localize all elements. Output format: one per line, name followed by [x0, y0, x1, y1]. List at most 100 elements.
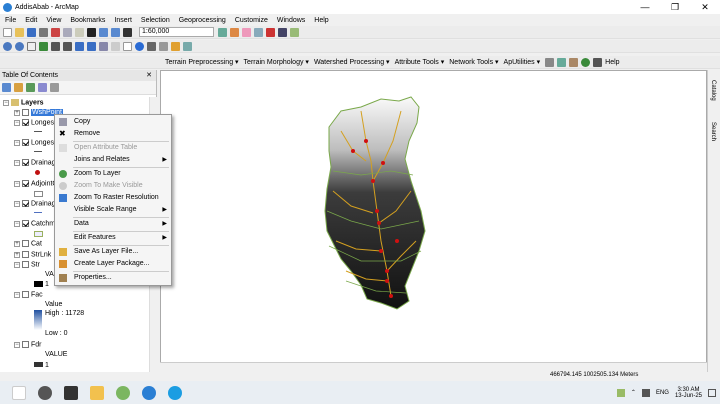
task-view-icon[interactable]	[64, 385, 78, 400]
search-tab[interactable]: Search	[710, 122, 716, 141]
menu-item-save-layer-file[interactable]: Save As Layer File...	[55, 246, 171, 258]
measure-icon[interactable]	[159, 41, 168, 51]
collapse-icon[interactable]: −	[14, 119, 20, 126]
back-icon[interactable]	[75, 41, 84, 51]
zoom-out-icon[interactable]	[15, 41, 24, 51]
collapse-icon[interactable]: −	[14, 139, 20, 146]
print-icon[interactable]	[39, 27, 48, 37]
fixed-zoom-out-icon[interactable]	[63, 41, 72, 51]
qgis-icon[interactable]	[116, 385, 130, 400]
terrain-morphology-menu[interactable]: Terrain Morphology ▾	[244, 58, 309, 66]
layer-checkbox[interactable]	[22, 220, 29, 227]
layer-checkbox[interactable]	[22, 139, 29, 146]
aputilities-menu[interactable]: ApUtilities ▾	[504, 58, 541, 66]
notification-icon[interactable]	[708, 388, 716, 397]
time-slider-icon[interactable]	[183, 41, 192, 51]
collapse-icon[interactable]: −	[14, 261, 20, 268]
catalog-icon[interactable]	[242, 27, 251, 37]
menu-item-data[interactable]: Data ▶	[55, 218, 171, 230]
copy-toolbar-icon[interactable]	[63, 27, 72, 37]
menu-view[interactable]: View	[46, 17, 61, 24]
identify-icon[interactable]	[135, 41, 144, 51]
select-features-icon[interactable]	[99, 41, 108, 51]
tool-icon[interactable]	[569, 57, 579, 67]
list-by-selection-icon[interactable]	[38, 83, 47, 92]
help-menu[interactable]: Help	[605, 59, 619, 66]
layer-checkbox[interactable]	[22, 119, 29, 126]
layer-checkbox[interactable]	[22, 109, 29, 116]
collapse-icon[interactable]: −	[3, 99, 9, 106]
network-tools-menu[interactable]: Network Tools ▾	[449, 58, 498, 66]
language-indicator[interactable]: ENG	[656, 390, 669, 396]
edge-icon[interactable]	[168, 385, 182, 400]
toc-layer-strlnk[interactable]: + StrLnk	[14, 251, 51, 258]
collapse-icon[interactable]: −	[14, 180, 20, 187]
layer-checkbox[interactable]	[22, 200, 29, 207]
menu-help[interactable]: Help	[314, 17, 328, 24]
arctoolbox-icon[interactable]	[266, 27, 275, 37]
toc-icon[interactable]	[230, 27, 239, 37]
collapse-icon[interactable]: −	[14, 159, 20, 166]
new-icon[interactable]	[3, 27, 12, 37]
menu-bookmarks[interactable]: Bookmarks	[70, 17, 105, 24]
arcmap-taskbar-icon[interactable]	[142, 385, 156, 400]
start-icon[interactable]	[12, 385, 26, 400]
python-icon[interactable]	[278, 27, 287, 37]
menu-item-joins-relates[interactable]: Joins and Relates ▶	[55, 154, 171, 166]
list-by-drawing-order-icon[interactable]	[2, 83, 11, 92]
menu-selection[interactable]: Selection	[141, 17, 170, 24]
tool-icon[interactable]	[545, 57, 555, 67]
open-icon[interactable]	[15, 27, 24, 37]
menu-item-create-layer-package[interactable]: Create Layer Package...	[55, 258, 171, 270]
layer-checkbox[interactable]	[22, 180, 29, 187]
options-icon[interactable]	[50, 83, 59, 92]
attribute-tools-menu[interactable]: Attribute Tools ▾	[395, 58, 445, 66]
map-view[interactable]	[160, 70, 707, 365]
expand-icon[interactable]: +	[14, 109, 20, 116]
delete-icon[interactable]	[87, 27, 96, 37]
toc-layer-str[interactable]: − Str	[14, 261, 40, 268]
menu-item-properties[interactable]: Properties...	[55, 272, 171, 284]
menu-file[interactable]: File	[5, 17, 16, 24]
list-by-source-icon[interactable]	[14, 83, 23, 92]
menu-edit[interactable]: Edit	[25, 17, 37, 24]
toc-layer-cat[interactable]: + Cat	[14, 240, 42, 247]
battery-icon[interactable]	[641, 388, 650, 397]
menu-windows[interactable]: Windows	[277, 17, 305, 24]
globe-icon[interactable]	[581, 57, 591, 67]
catalog-tab[interactable]: Catalog	[710, 80, 716, 101]
toc-layer-fac[interactable]: − Fac	[14, 291, 43, 298]
clock[interactable]: 3:30 AM 13-Jun-25	[675, 387, 702, 399]
layer-checkbox[interactable]	[22, 240, 29, 247]
close-button[interactable]: ✕	[690, 0, 720, 14]
save-icon[interactable]	[27, 27, 36, 37]
terrain-preprocessing-menu[interactable]: Terrain Preprocessing ▾	[165, 58, 239, 66]
clear-selection-icon[interactable]	[111, 41, 120, 51]
list-by-visibility-icon[interactable]	[26, 83, 35, 92]
menu-item-copy[interactable]: Copy	[55, 116, 171, 128]
file-explorer-icon[interactable]	[90, 385, 104, 400]
menu-item-visible-scale-range[interactable]: Visible Scale Range ▶	[55, 204, 171, 216]
fixed-zoom-in-icon[interactable]	[51, 41, 60, 51]
find-icon[interactable]	[147, 41, 156, 51]
toc-layer-fdr[interactable]: − Fdr	[14, 341, 42, 348]
expand-icon[interactable]: +	[14, 251, 20, 258]
select-elements-icon[interactable]	[123, 41, 132, 51]
undo-icon[interactable]	[99, 27, 108, 37]
layer-checkbox[interactable]	[22, 251, 29, 258]
layer-checkbox[interactable]	[22, 291, 29, 298]
menu-item-remove[interactable]: ✖ Remove	[55, 128, 171, 140]
collapse-icon[interactable]: −	[14, 200, 20, 207]
watershed-processing-menu[interactable]: Watershed Processing ▾	[314, 58, 390, 66]
tool-icon[interactable]	[593, 57, 603, 67]
menu-item-zoom-to-layer[interactable]: Zoom To Layer	[55, 168, 171, 180]
pan-icon[interactable]	[27, 41, 36, 51]
layer-checkbox[interactable]	[22, 261, 29, 268]
cut-icon[interactable]	[51, 27, 60, 37]
menu-geoprocessing[interactable]: Geoprocessing	[179, 17, 226, 24]
map-layout-bar[interactable]	[160, 362, 707, 371]
menu-item-zoom-raster-resolution[interactable]: Zoom To Raster Resolution	[55, 192, 171, 204]
forward-icon[interactable]	[87, 41, 96, 51]
search-icon[interactable]	[38, 385, 52, 400]
hyperlink-icon[interactable]	[171, 41, 180, 51]
